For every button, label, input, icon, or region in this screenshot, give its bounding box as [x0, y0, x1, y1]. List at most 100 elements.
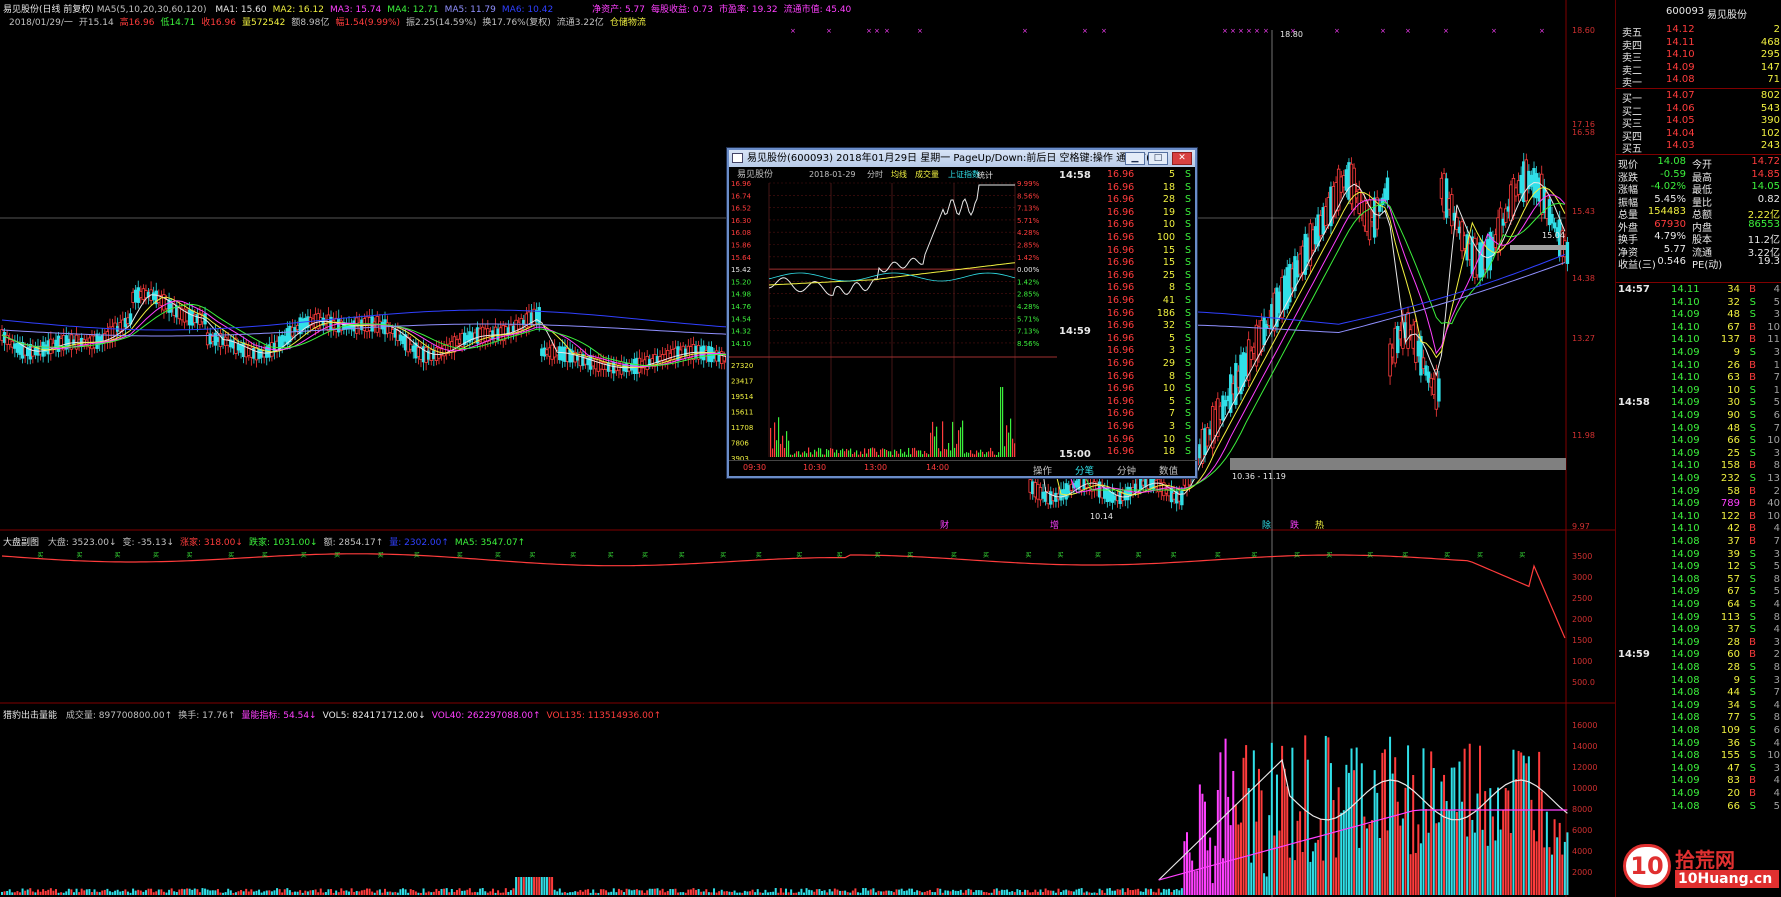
- tick-side: S: [1184, 358, 1191, 369]
- volume-bar: [258, 889, 261, 895]
- index-marker: 买: [1367, 551, 1373, 559]
- trade-volume: 9: [1733, 674, 1740, 686]
- popup-price-label: 16.96: [731, 180, 752, 188]
- volume-bar: [733, 890, 736, 895]
- trade-count: 5: [1773, 296, 1780, 308]
- popup-titlebar[interactable]: 易见股份(600093) 2018年01月29日 星期一 PageUp/Down…: [729, 150, 1195, 167]
- volume-bar: [193, 888, 196, 895]
- trade-volume: 20: [1727, 788, 1740, 799]
- popup-vol-bar: [916, 450, 918, 457]
- popup-tab-3[interactable]: 数值: [1159, 463, 1178, 477]
- volume-bar: [579, 890, 582, 895]
- stats-button[interactable]: 统计: [977, 170, 993, 180]
- volume-bar: [484, 891, 487, 895]
- volume-bar: [355, 890, 358, 895]
- fundamental-value: 流通市值: 45.40: [783, 5, 852, 15]
- index-field: 量: 2302.00↑: [389, 538, 449, 548]
- popup-vol-bar: [976, 450, 978, 457]
- volume-bar: [563, 891, 566, 895]
- popup-vol-bar: [792, 454, 794, 457]
- volume-bar: [144, 890, 147, 895]
- trade-row: 14.09 66 S 10: [1616, 435, 1781, 448]
- volume-bar: [705, 889, 708, 895]
- event-label[interactable]: 除: [1262, 519, 1271, 531]
- tick-price: 16.96: [1107, 232, 1135, 243]
- popup-vol-bar: [882, 448, 884, 457]
- volume-bar: [923, 891, 926, 895]
- popup-price-label: 16.30: [731, 217, 751, 225]
- volume-bar: [1234, 804, 1237, 895]
- event-label[interactable]: 跌: [1290, 520, 1299, 531]
- volume-bar: [1126, 888, 1129, 895]
- popup-subtab[interactable]: 成交量: [915, 169, 939, 179]
- close-button[interactable]: ✕: [1172, 152, 1192, 165]
- volume-bar: [425, 892, 428, 895]
- volume-bar: [1358, 847, 1361, 895]
- event-marker: ×: [866, 27, 872, 35]
- volume-bar: [54, 889, 57, 895]
- tick-volume: 3: [1168, 345, 1175, 357]
- minimize-button[interactable]: ▁: [1125, 152, 1145, 165]
- volume-bar: [216, 889, 219, 895]
- trade-count: 7: [1773, 536, 1780, 547]
- volume-bar: [910, 888, 913, 895]
- maximize-button[interactable]: □: [1148, 152, 1168, 165]
- popup-tab-1[interactable]: 分笔: [1075, 463, 1094, 477]
- volume-bar: [363, 889, 366, 895]
- popup-subtab[interactable]: 上证指数: [948, 169, 980, 179]
- popup-vol-bar: [904, 451, 906, 457]
- volume-bar: [928, 889, 931, 895]
- event-label[interactable]: 增: [1050, 519, 1059, 531]
- volume-bar: [656, 888, 659, 895]
- trade-side: B: [1749, 649, 1756, 661]
- trade-count: 4: [1773, 775, 1780, 787]
- index-marker: 买: [334, 551, 340, 559]
- volume-bar: [1170, 892, 1173, 895]
- volume-bar: [319, 888, 322, 895]
- volume-bar: [823, 890, 826, 895]
- volume-bar: [869, 889, 872, 895]
- popup-vol-bar: [798, 451, 800, 457]
- volume-bar: [1435, 823, 1438, 895]
- popup-tab-0[interactable]: 操作: [1033, 463, 1052, 477]
- event-label[interactable]: 热: [1315, 519, 1324, 531]
- popup-subtab[interactable]: 分时: [867, 169, 883, 179]
- intraday-popup-window[interactable]: 易见股份(600093) 2018年01月29日 星期一 PageUp/Down…: [727, 148, 1197, 478]
- volume-bar: [638, 890, 641, 895]
- volume-bar: [1373, 770, 1376, 895]
- volume-bar: [1057, 888, 1060, 895]
- volume-bar: [103, 889, 106, 895]
- popup-pct-label: 1.42%: [1017, 278, 1040, 286]
- trade-price: 14.09: [1671, 410, 1700, 421]
- volume-bar: [337, 892, 340, 895]
- volume-bar: [736, 892, 739, 895]
- volume-bar: [198, 892, 201, 895]
- popup-vol-label: 11708: [731, 424, 753, 432]
- index-field: 大盘: 3523.00↓: [47, 538, 117, 548]
- popup-vol-bar: [810, 452, 812, 457]
- trade-price: 14.09: [1671, 599, 1700, 610]
- trade-count: 5: [1773, 586, 1780, 598]
- popup-tab-2[interactable]: 分钟: [1117, 463, 1136, 477]
- volume-panel-title: 猎豹出击量能: [3, 711, 58, 721]
- index-marker: 买: [1294, 551, 1300, 559]
- trade-side: B: [1749, 510, 1756, 522]
- volume-bar: [1489, 788, 1492, 895]
- volume-bar: [900, 888, 903, 895]
- popup-subtab[interactable]: 均线: [891, 169, 907, 179]
- popup-vol-bar: [892, 454, 894, 457]
- tick-side: S: [1184, 269, 1191, 281]
- volume-bar: [540, 877, 543, 895]
- event-label[interactable]: 财: [940, 519, 949, 531]
- volume-bar: [859, 892, 862, 895]
- trade-row: 14.09 113 S 8: [1616, 612, 1781, 625]
- trade-price: 14.09: [1671, 611, 1700, 623]
- popup-vol-bar: [854, 452, 856, 457]
- volume-bar: [826, 892, 829, 895]
- volume-bar: [1407, 745, 1410, 895]
- index-marker: 买: [37, 551, 43, 559]
- volume-bar: [1319, 818, 1322, 895]
- trade-row: 14:58 14.09 30 S 5: [1616, 397, 1781, 410]
- trade-price: 14.09: [1671, 447, 1700, 459]
- intraday-chart[interactable]: 易见股份 2018-01-29 分时 均线 成交量 上证指数统计 16.96 9.99% 16.…: [729, 167, 1057, 460]
